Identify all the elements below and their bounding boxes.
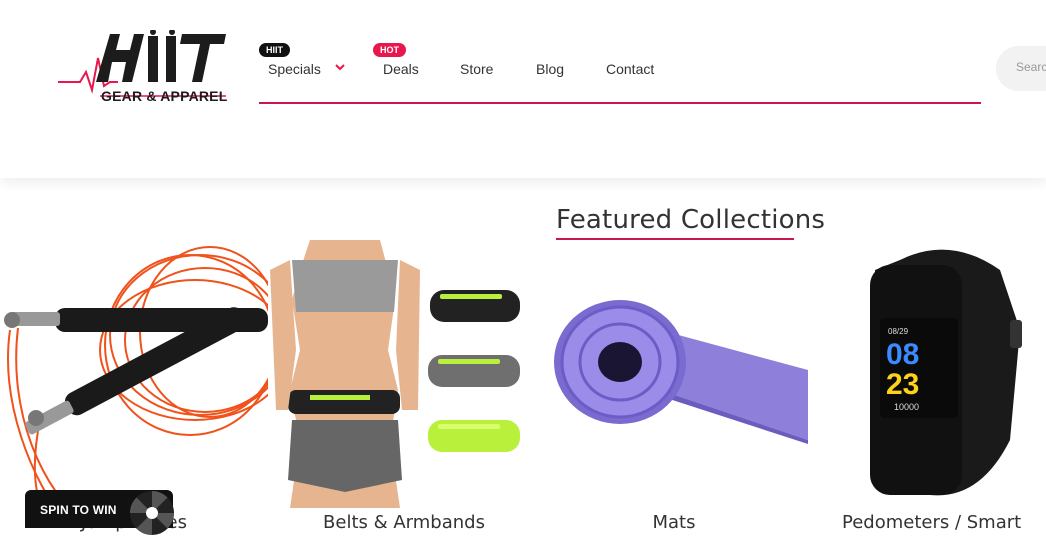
- fitness-tracker-image: 08/29 08 23 10000: [810, 240, 1046, 528]
- belts-image: [270, 240, 538, 528]
- chevron-down-icon[interactable]: [335, 63, 345, 71]
- search-box[interactable]: [996, 46, 1046, 91]
- logo[interactable]: GEAR & APPAREL: [0, 0, 240, 110]
- svg-text:08/29: 08/29: [888, 327, 909, 336]
- svg-text:23: 23: [886, 368, 919, 401]
- site-header: GEAR & APPAREL HIIT Specials HOT Deals S…: [0, 0, 1046, 178]
- nav-item-contact[interactable]: Contact: [606, 61, 654, 77]
- section-title: Featured Collections: [556, 205, 826, 235]
- product-label-belts[interactable]: Belts & Armbands: [270, 512, 538, 533]
- nav-item-specials[interactable]: Specials: [268, 61, 321, 77]
- yoga-mat-image: [540, 240, 808, 528]
- nav-underline: [259, 102, 981, 104]
- prize-wheel-icon: [130, 491, 174, 535]
- product-card-belts[interactable]: [270, 240, 538, 528]
- product-card-pedometers[interactable]: 08/29 08 23 10000: [810, 240, 1046, 528]
- logo-tagline: GEAR & APPAREL: [101, 88, 228, 104]
- spin-to-win-label: SPIN TO WIN: [40, 503, 117, 517]
- nav-item-store[interactable]: Store: [460, 61, 493, 77]
- main-nav: HIIT Specials HOT Deals Store Blog Conta…: [259, 0, 981, 104]
- spin-to-win-button[interactable]: SPIN TO WIN: [25, 490, 174, 535]
- nav-item-blog[interactable]: Blog: [536, 61, 564, 77]
- product-card-jump-ropes[interactable]: [0, 240, 268, 528]
- search-input[interactable]: [1016, 60, 1046, 74]
- product-card-mats[interactable]: [540, 240, 808, 528]
- product-label-mats[interactable]: Mats: [540, 512, 808, 533]
- nav-item-deals[interactable]: Deals: [383, 61, 419, 77]
- jump-rope-image: [0, 240, 268, 528]
- hot-badge: HOT: [373, 43, 406, 57]
- product-label-pedometers[interactable]: Pedometers / Smart: [810, 512, 1046, 533]
- hiit-badge: HIIT: [259, 43, 290, 57]
- svg-text:10000: 10000: [894, 402, 919, 412]
- svg-text:08: 08: [886, 338, 919, 371]
